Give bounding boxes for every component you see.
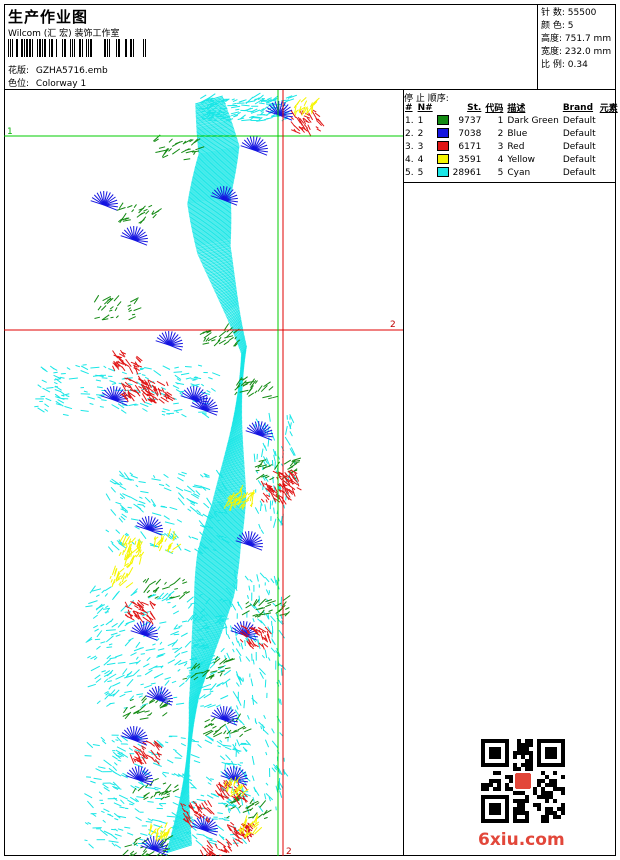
color-swatch (435, 127, 451, 140)
table-row: 4. 4 3591 4 Yellow Default (403, 153, 620, 166)
barcode-image (8, 39, 146, 57)
col-stitches: St. (467, 102, 482, 113)
seq-index: 4. (405, 154, 414, 165)
color-swatch-box (436, 167, 449, 178)
col-element: 元素 (599, 104, 618, 114)
color-swatch-box (436, 115, 449, 126)
seq-number: 1 (417, 115, 424, 126)
guide-label-red-horizontal: 2 (390, 320, 396, 330)
seq-number: 5 (417, 167, 424, 178)
col-number: N# (417, 102, 433, 113)
color-swatch-box (436, 154, 449, 165)
col-swatch (435, 101, 451, 114)
page-title: 生产作业图 (8, 8, 89, 26)
seq-code: 1 (497, 115, 504, 126)
panel-divider-horizontal (403, 182, 616, 183)
col-brand: Brand (562, 102, 594, 113)
seq-stitches: 9737 (458, 115, 482, 126)
seq-code: 2 (497, 128, 504, 139)
qr-code-image (481, 739, 565, 823)
seq-code: 4 (497, 154, 504, 165)
guide-label-red-vertical: 2 (286, 847, 292, 857)
seq-element (598, 140, 620, 153)
table-row: 2. 2 7038 2 Blue Default (403, 127, 620, 140)
seq-number: 2 (417, 128, 424, 139)
seq-code: 3 (497, 141, 504, 152)
stat-stitches: 针 数: 55500 (541, 8, 597, 18)
company-name: Wilcom (汇 宏) 装饰工作室 (8, 29, 120, 39)
seq-description: Yellow (507, 154, 536, 165)
col-index: # (405, 102, 413, 113)
stat-colors: 颜 色: 5 (541, 21, 574, 31)
embroidery-design-preview (4, 90, 404, 856)
design-stats: 针 数: 55500 颜 色: 5 高度: 751.7 mm 宽度: 232.0… (541, 7, 611, 72)
watermark-logo: 6xiu.com (478, 830, 565, 850)
color-swatch (435, 166, 451, 179)
table-header-row: # N# St. 代码 描述 Brand 元素 (403, 101, 620, 115)
colorway-value: Colorway 1 (35, 79, 87, 89)
seq-number: 3 (417, 141, 424, 152)
col-code: 代码 (485, 104, 504, 114)
seq-element (598, 153, 620, 166)
seq-stitches: 3591 (458, 154, 482, 165)
seq-brand: Default (562, 115, 596, 126)
seq-element (598, 127, 620, 140)
color-swatch (435, 140, 451, 153)
color-swatch (435, 114, 451, 127)
seq-description: Blue (507, 128, 528, 139)
seq-brand: Default (562, 128, 596, 139)
colorway-label: 色位: (8, 79, 30, 89)
guide-label-green: 1 (7, 127, 13, 137)
design-file-line: 花版: GZHA5716.emb (8, 63, 108, 76)
design-file-label: 花版: (8, 66, 30, 76)
stop-sequence-table: # N# St. 代码 描述 Brand 元素 1. 1 9737 1 Dark Gre… (403, 101, 620, 179)
seq-stitches: 7038 (458, 128, 482, 139)
stat-scale: 比 例: 0.34 (541, 60, 588, 70)
seq-number: 4 (417, 154, 424, 165)
seq-code: 5 (497, 167, 504, 178)
seq-description: Cyan (507, 167, 531, 178)
seq-stitches: 28961 (452, 167, 482, 178)
header-divider-vertical (537, 4, 538, 89)
seq-index: 2. (405, 128, 414, 139)
seq-description: Red (507, 141, 525, 152)
seq-index: 5. (405, 167, 414, 178)
stat-width: 宽度: 232.0 mm (541, 47, 612, 57)
design-file-name: GZHA5716.emb (35, 66, 108, 76)
seq-description: Dark Green (507, 115, 559, 126)
seq-brand: Default (562, 167, 596, 178)
table-row: 1. 1 9737 1 Dark Green Default (403, 114, 620, 127)
table-row: 3. 3 6171 3 Red Default (403, 140, 620, 153)
seq-index: 1. (405, 115, 414, 126)
col-description: 描述 (507, 104, 526, 114)
seq-index: 3. (405, 141, 414, 152)
colorway-line: 色位: Colorway 1 (8, 76, 86, 89)
color-swatch (435, 153, 451, 166)
stat-height: 高度: 751.7 mm (541, 34, 612, 44)
seq-element (598, 166, 620, 179)
color-swatch-box (436, 141, 449, 152)
table-row: 5. 5 28961 5 Cyan Default (403, 166, 620, 179)
seq-element (598, 114, 620, 127)
color-swatch-box (436, 128, 449, 139)
panel-divider-vertical (403, 89, 404, 856)
seq-brand: Default (562, 154, 596, 165)
seq-brand: Default (562, 141, 596, 152)
seq-stitches: 6171 (458, 141, 482, 152)
embroidery-design-canvas (4, 90, 404, 856)
